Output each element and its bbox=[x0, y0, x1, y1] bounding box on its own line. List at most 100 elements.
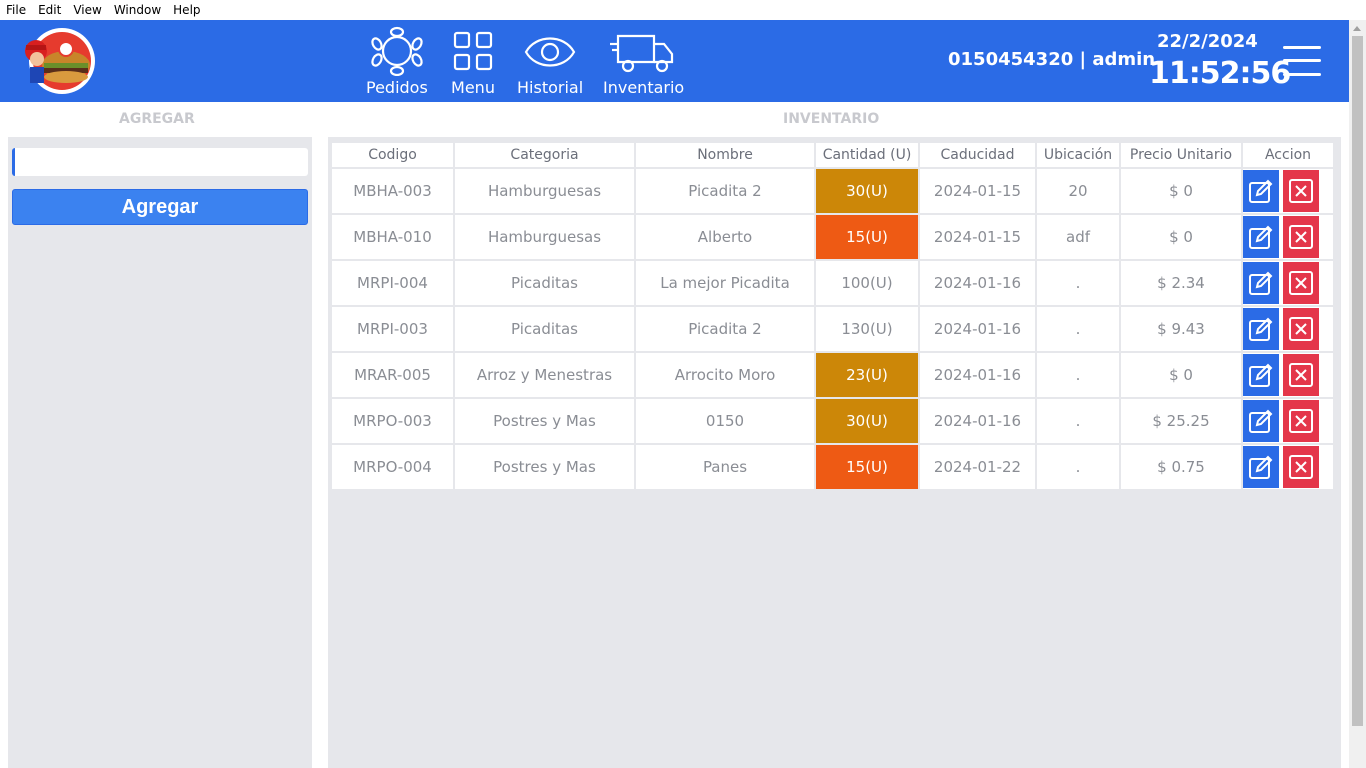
delete-button[interactable] bbox=[1283, 216, 1319, 258]
cell-ubicacion: . bbox=[1037, 307, 1119, 351]
close-icon bbox=[1289, 179, 1313, 203]
edit-button[interactable] bbox=[1243, 216, 1279, 258]
delete-button[interactable] bbox=[1283, 262, 1319, 304]
cell-nombre: La mejor Picadita bbox=[636, 261, 814, 305]
cell-ubicacion: . bbox=[1037, 353, 1119, 397]
edit-button[interactable] bbox=[1243, 308, 1279, 350]
action-buttons bbox=[1243, 170, 1333, 212]
menu-help[interactable]: Help bbox=[167, 3, 206, 17]
edit-button[interactable] bbox=[1243, 400, 1279, 442]
nav-menu-label: Menu bbox=[451, 78, 495, 97]
cell-cantidad: 130(U) bbox=[816, 307, 918, 351]
cell-categoria: Picaditas bbox=[455, 307, 634, 351]
table-row: MRAR-005 Arroz y Menestras Arrocito Moro 23… bbox=[332, 353, 1333, 397]
nav-inventario-label: Inventario bbox=[603, 78, 685, 97]
cell-cantidad: 30(U) bbox=[816, 399, 918, 443]
cell-cantidad: 15(U) bbox=[816, 445, 918, 489]
cell-nombre: Picadita 2 bbox=[636, 307, 814, 351]
vertical-scrollbar[interactable] bbox=[1349, 20, 1366, 768]
edit-button[interactable] bbox=[1243, 446, 1279, 488]
nav-pedidos-label: Pedidos bbox=[366, 78, 428, 97]
scroll-up-arrow-icon[interactable] bbox=[1353, 26, 1361, 31]
cell-nombre: Picadita 2 bbox=[636, 169, 814, 213]
cell-nombre: Panes bbox=[636, 445, 814, 489]
table-row: MRPI-003 Picaditas Picadita 2 130(U) 2024-01… bbox=[332, 307, 1333, 351]
cell-caducidad: 2024-01-16 bbox=[920, 261, 1035, 305]
cell-ubicacion: . bbox=[1037, 399, 1119, 443]
close-icon bbox=[1289, 225, 1313, 249]
table-row: MBHA-010 Hamburguesas Alberto 15(U) 2024-01-… bbox=[332, 215, 1333, 259]
inventario-panel: Codigo Categoria Nombre Cantidad (U) Cad… bbox=[328, 137, 1341, 768]
edit-icon bbox=[1249, 225, 1273, 249]
cell-accion bbox=[1243, 261, 1333, 305]
menu-view[interactable]: View bbox=[67, 3, 107, 17]
close-icon bbox=[1289, 317, 1313, 341]
edit-icon bbox=[1249, 363, 1273, 387]
menu-window[interactable]: Window bbox=[108, 3, 167, 17]
cell-categoria: Postres y Mas bbox=[455, 445, 634, 489]
cell-categoria: Arroz y Menestras bbox=[455, 353, 634, 397]
action-buttons bbox=[1243, 400, 1333, 442]
cell-categoria: Hamburguesas bbox=[455, 215, 634, 259]
close-icon bbox=[1289, 271, 1313, 295]
cell-caducidad: 2024-01-15 bbox=[920, 169, 1035, 213]
agregar-button[interactable]: Agregar bbox=[12, 189, 308, 225]
cell-accion bbox=[1243, 215, 1333, 259]
delete-button[interactable] bbox=[1283, 354, 1319, 396]
edit-button[interactable] bbox=[1243, 170, 1279, 212]
edit-button[interactable] bbox=[1243, 354, 1279, 396]
table-row: MRPI-004 Picaditas La mejor Picadita 100(U)… bbox=[332, 261, 1333, 305]
table-row: MRPO-004 Postres y Mas Panes 15(U) 2024-01-2… bbox=[332, 445, 1333, 489]
cell-codigo: MRAR-005 bbox=[332, 353, 453, 397]
edit-button[interactable] bbox=[1243, 262, 1279, 304]
nav-inventario[interactable]: Inventario bbox=[603, 26, 684, 97]
logo bbox=[22, 25, 98, 95]
cell-categoria: Hamburguesas bbox=[455, 169, 634, 213]
agregar-panel: Agregar bbox=[8, 137, 312, 768]
table-row: MRPO-003 Postres y Mas 0150 30(U) 2024-01-16… bbox=[332, 399, 1333, 443]
col-accion: Accion bbox=[1243, 143, 1333, 167]
delete-button[interactable] bbox=[1283, 400, 1319, 442]
hamburger-menu-icon[interactable] bbox=[1283, 44, 1321, 78]
cell-accion bbox=[1243, 445, 1333, 489]
close-icon bbox=[1289, 363, 1313, 387]
nav-historial[interactable]: Historial bbox=[517, 26, 583, 97]
action-buttons bbox=[1243, 262, 1333, 304]
menu-edit[interactable]: Edit bbox=[32, 3, 67, 17]
cell-cantidad: 30(U) bbox=[816, 169, 918, 213]
action-buttons bbox=[1243, 308, 1333, 350]
cell-codigo: MBHA-010 bbox=[332, 215, 453, 259]
cell-precio: $ 9.43 bbox=[1121, 307, 1241, 351]
cell-cantidad: 23(U) bbox=[816, 353, 918, 397]
agregar-input[interactable] bbox=[12, 148, 308, 176]
app-header: Pedidos Menu Historial Inventario 015045… bbox=[0, 20, 1349, 102]
agregar-title: AGREGAR bbox=[119, 111, 195, 127]
table-setting-icon bbox=[371, 26, 423, 76]
cell-codigo: MBHA-003 bbox=[332, 169, 453, 213]
edit-icon bbox=[1249, 317, 1273, 341]
truck-icon bbox=[609, 34, 673, 73]
cell-accion bbox=[1243, 169, 1333, 213]
cell-cantidad: 15(U) bbox=[816, 215, 918, 259]
nav-menu[interactable]: Menu bbox=[451, 26, 495, 97]
cell-accion bbox=[1243, 353, 1333, 397]
close-icon bbox=[1289, 455, 1313, 479]
delete-button[interactable] bbox=[1283, 170, 1319, 212]
cell-precio: $ 0.75 bbox=[1121, 445, 1241, 489]
user-info: 0150454320 | admin bbox=[948, 49, 1156, 70]
action-buttons bbox=[1243, 216, 1333, 258]
cell-categoria: Picaditas bbox=[455, 261, 634, 305]
menu-file[interactable]: File bbox=[0, 3, 32, 17]
cell-caducidad: 2024-01-22 bbox=[920, 445, 1035, 489]
menu-bar: File Edit View Window Help bbox=[0, 0, 1366, 20]
delete-button[interactable] bbox=[1283, 308, 1319, 350]
nav-historial-label: Historial bbox=[517, 78, 584, 97]
close-icon bbox=[1289, 409, 1313, 433]
scrollbar-thumb[interactable] bbox=[1352, 36, 1363, 726]
cell-codigo: MRPO-003 bbox=[332, 399, 453, 443]
cell-precio: $ 0 bbox=[1121, 215, 1241, 259]
cell-precio: $ 0 bbox=[1121, 353, 1241, 397]
col-nombre: Nombre bbox=[636, 143, 814, 167]
nav-pedidos[interactable]: Pedidos bbox=[366, 26, 428, 97]
delete-button[interactable] bbox=[1283, 446, 1319, 488]
